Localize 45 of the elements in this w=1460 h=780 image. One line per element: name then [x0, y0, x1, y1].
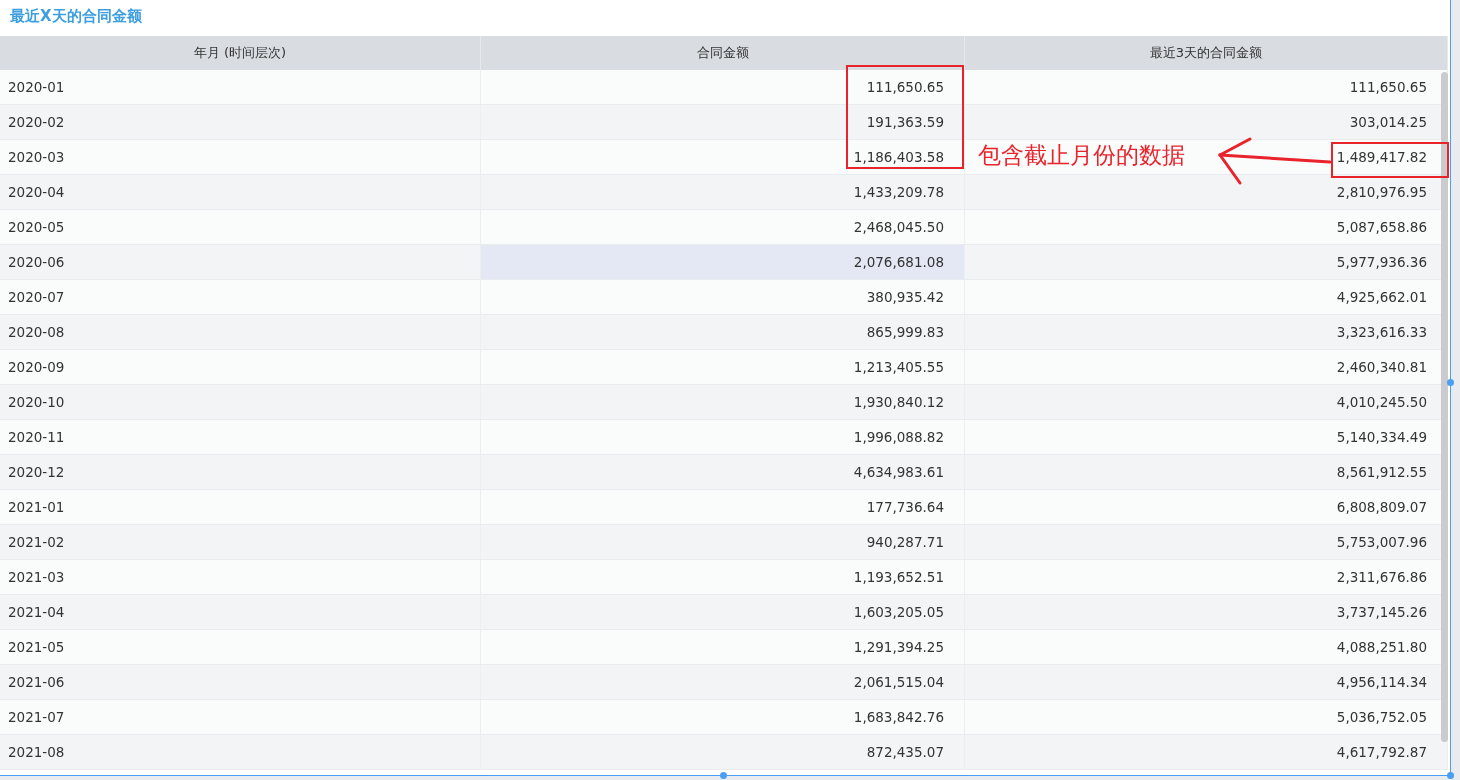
resize-handle[interactable]: [1447, 379, 1454, 386]
table-cell: 191,363.59: [481, 105, 965, 139]
table-cell: 2020-11: [0, 420, 481, 454]
table-cell: 2020-10: [0, 385, 481, 419]
table-cell: 111,650.65: [481, 70, 965, 104]
table-cell: 2021-06: [0, 665, 481, 699]
table-cell: 1,213,405.55: [481, 350, 965, 384]
table-cell: 940,287.71: [481, 525, 965, 559]
table-cell: 177,736.64: [481, 490, 965, 524]
table-cell: 2021-02: [0, 525, 481, 559]
table-cell: 1,433,209.78: [481, 175, 965, 209]
table-cell: 1,291,394.25: [481, 630, 965, 664]
table-cell: 2021-05: [0, 630, 481, 664]
table-cell: 2021-03: [0, 560, 481, 594]
table-cell: 2021-07: [0, 700, 481, 734]
annotation-text: 包含截止月份的数据: [978, 141, 1185, 170]
table-cell: 2021-04: [0, 595, 481, 629]
table-cell: 2020-08: [0, 315, 481, 349]
table-cell: 1,603,205.05: [481, 595, 965, 629]
table-cell: 2,061,515.04: [481, 665, 965, 699]
table-cell: 380,935.42: [481, 280, 965, 314]
resize-handle[interactable]: [1447, 772, 1454, 779]
table-cell: 2020-02: [0, 105, 481, 139]
table-cell: 2020-04: [0, 175, 481, 209]
scrollbar[interactable]: [1441, 72, 1448, 742]
table-cell: 2021-08: [0, 735, 481, 769]
table-cell: 1,186,403.58: [481, 140, 965, 174]
table-cell: 4,634,983.61: [481, 455, 965, 489]
table-cell: 2020-05: [0, 210, 481, 244]
table-cell: 2020-07: [0, 280, 481, 314]
widget-title: 最近X天的合同金额: [9, 6, 143, 27]
table-cell: 2021-01: [0, 490, 481, 524]
table-cell: 872,435.07: [481, 735, 965, 769]
table-cell: 1,996,088.82: [481, 420, 965, 454]
resize-handle[interactable]: [720, 772, 727, 779]
table-cell: 2,468,045.50: [481, 210, 965, 244]
table-cell: 2,076,681.08: [481, 245, 965, 279]
table-cell: 865,999.83: [481, 315, 965, 349]
table-cell: 1,930,840.12: [481, 385, 965, 419]
table-cell: 2020-12: [0, 455, 481, 489]
table-cell: 2020-03: [0, 140, 481, 174]
table-cell: 2020-09: [0, 350, 481, 384]
table-cell: 1,193,652.51: [481, 560, 965, 594]
table-cell: 1,683,842.76: [481, 700, 965, 734]
table-cell: 2020-01: [0, 70, 481, 104]
